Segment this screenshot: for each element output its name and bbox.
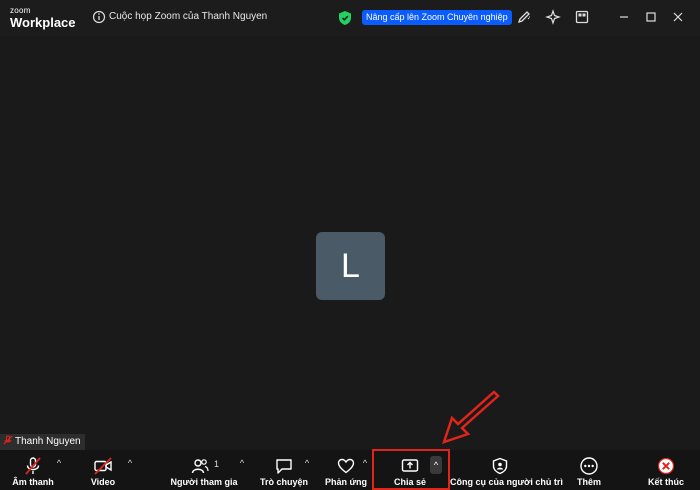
participants-icon <box>191 459 209 474</box>
video-stage: L Thanh Nguyen <box>0 36 700 450</box>
participants-button[interactable]: 1 Người tham gia <box>170 450 238 490</box>
video-caret[interactable]: ^ <box>125 458 135 468</box>
meeting-title: Cuộc họp Zoom của Thanh Nguyen <box>109 11 268 22</box>
host-tools-label: Công cụ của người chủ trì <box>450 477 563 487</box>
video-label: Video <box>90 477 116 487</box>
sparkle-icon[interactable] <box>545 9 561 25</box>
audio-label: Âm thanh <box>12 477 54 487</box>
participant-name: Thanh Nguyen <box>15 436 81 447</box>
upgrade-button[interactable]: Nâng cấp lên Zoom Chuyên nghiệp <box>362 10 512 25</box>
participants-count: 1 <box>214 459 220 469</box>
shield-host-icon <box>492 457 508 475</box>
info-icon[interactable] <box>92 10 106 24</box>
reactions-button[interactable]: Phản ứng <box>322 450 370 490</box>
zoom-logo: zoom Workplace <box>10 6 76 30</box>
participants-caret[interactable]: ^ <box>237 458 247 468</box>
logo-line1: zoom <box>10 6 31 15</box>
maximize-icon[interactable] <box>643 9 659 25</box>
chat-icon <box>276 459 292 474</box>
video-button[interactable]: Video <box>82 450 124 490</box>
share-caret[interactable]: ^ <box>430 456 442 474</box>
more-label: Thêm <box>576 477 601 487</box>
more-dots-icon <box>580 457 598 475</box>
participants-label: Người tham gia <box>170 477 238 487</box>
meeting-toolbar: Âm thanh ^ Video ^ 1 Người tham gia ^ Tr… <box>0 450 700 490</box>
heart-icon <box>337 458 355 474</box>
apps-icon[interactable] <box>574 9 590 25</box>
mic-muted-icon <box>25 457 41 475</box>
shield-icon[interactable] <box>338 10 352 26</box>
annotation-arrow <box>442 390 500 444</box>
end-button[interactable]: Kết thúc <box>646 450 686 490</box>
participant-avatar: L <box>316 232 385 300</box>
end-label: Kết thúc <box>648 477 684 487</box>
audio-caret[interactable]: ^ <box>54 458 64 468</box>
chat-label: Trò chuyện <box>259 477 308 487</box>
host-tools-button[interactable]: Công cụ của người chủ trì <box>450 450 563 490</box>
participant-name-tag: Thanh Nguyen <box>0 434 85 450</box>
video-off-icon <box>94 457 112 475</box>
chat-button[interactable]: Trò chuyện <box>258 450 310 490</box>
pen-icon[interactable] <box>516 9 532 25</box>
chat-caret[interactable]: ^ <box>302 458 312 468</box>
minimize-icon[interactable] <box>616 9 632 25</box>
close-icon[interactable] <box>670 9 686 25</box>
more-button[interactable]: Thêm <box>570 450 608 490</box>
title-bar: zoom Workplace Cuộc họp Zoom của Thanh N… <box>0 0 700 36</box>
end-icon <box>657 457 675 475</box>
reactions-label: Phản ứng <box>324 477 368 487</box>
reactions-caret[interactable]: ^ <box>360 458 370 468</box>
mic-muted-small-icon <box>3 435 13 445</box>
logo-line2: Workplace <box>10 15 76 30</box>
audio-button[interactable]: Âm thanh <box>8 450 58 490</box>
